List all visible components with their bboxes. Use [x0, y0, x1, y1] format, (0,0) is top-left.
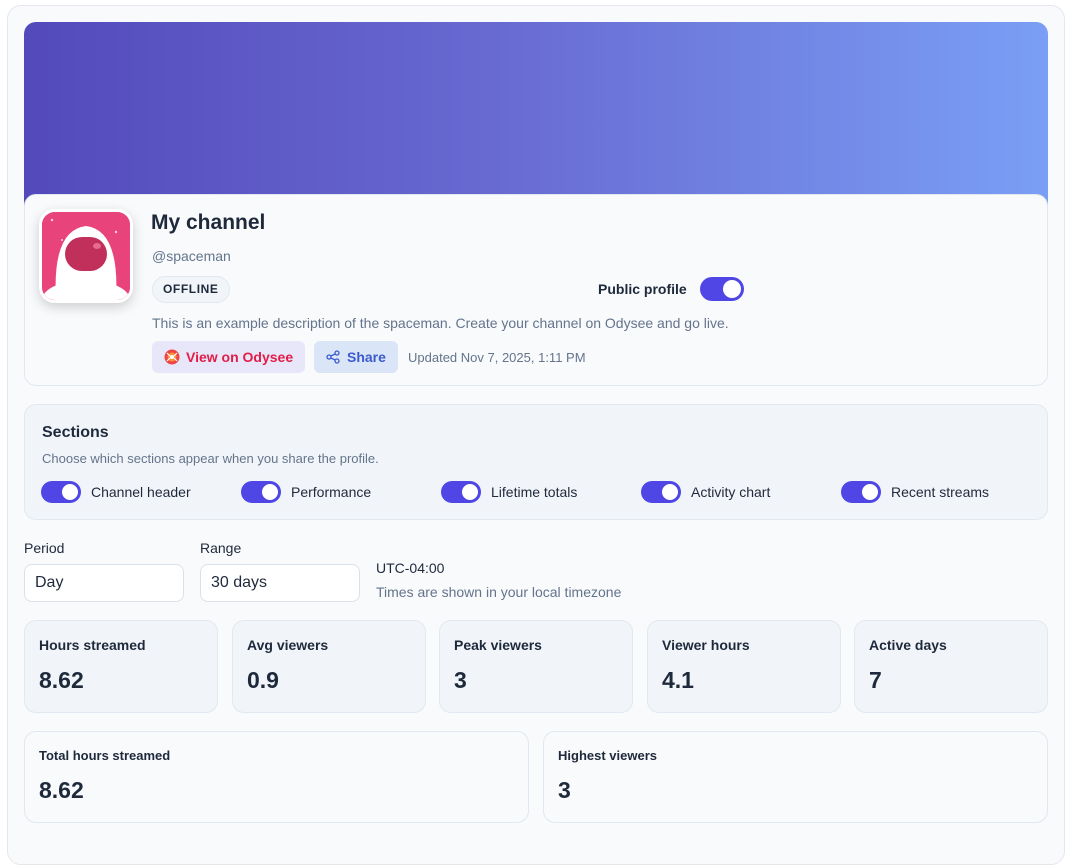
share-button[interactable]: Share: [314, 341, 398, 373]
channel-description: This is an example description of the sp…: [152, 315, 729, 331]
odysee-logo-icon: [164, 349, 180, 365]
status-badge: OFFLINE: [152, 276, 230, 303]
section-toggle-channel-header[interactable]: Channel header: [41, 481, 191, 503]
channel-name: My channel: [151, 211, 266, 234]
section-toggle-activity-chart[interactable]: Activity chart: [641, 481, 770, 503]
range-select[interactable]: 30 days: [200, 564, 360, 602]
stat-label: Highest viewers: [558, 748, 657, 763]
stat-card-peak-viewers: Peak viewers 3: [439, 620, 633, 713]
section-toggle-label: Performance: [291, 484, 372, 500]
period-label: Period: [24, 540, 65, 556]
stat-value: 8.62: [39, 777, 84, 803]
stat-label: Active days: [869, 637, 947, 653]
updated-timestamp: Updated Nov 7, 2025, 1:11 PM: [408, 350, 586, 365]
highest-viewers-card: Highest viewers 3: [543, 731, 1048, 823]
avatar[interactable]: [39, 209, 133, 303]
section-toggle-label: Activity chart: [691, 484, 771, 500]
sections-title: Sections: [42, 424, 109, 441]
sections-description: Choose which sections appear when you sh…: [42, 451, 379, 466]
view-on-odysee-label: View on Odysee: [186, 349, 294, 365]
astronaut-icon: [42, 212, 130, 300]
stat-label: Hours streamed: [39, 637, 146, 653]
public-profile-toggle[interactable]: [700, 277, 744, 301]
toggle-switch[interactable]: [841, 481, 881, 503]
view-on-odysee-button[interactable]: View on Odysee: [152, 341, 306, 373]
stat-label: Avg viewers: [247, 637, 329, 653]
section-toggle-lifetime-totals[interactable]: Lifetime totals: [441, 481, 577, 503]
sections-card: Sections Choose which sections appear wh…: [24, 404, 1048, 520]
stat-value: 4.1: [662, 667, 694, 693]
stat-value: 3: [454, 667, 467, 693]
stat-label: Viewer hours: [662, 637, 750, 653]
channel-handle: @spaceman: [152, 248, 231, 264]
section-toggle-label: Recent streams: [891, 484, 990, 500]
share-icon: [326, 350, 340, 364]
stat-label: Total hours streamed: [39, 748, 171, 763]
section-toggle-label: Channel header: [91, 484, 191, 500]
range-label: Range: [200, 540, 242, 556]
section-toggle-label: Lifetime totals: [491, 484, 578, 500]
stat-card-viewer-hours: Viewer hours 4.1: [647, 620, 841, 713]
toggle-switch[interactable]: [441, 481, 481, 503]
toggle-switch[interactable]: [241, 481, 281, 503]
period-select[interactable]: Day: [24, 564, 184, 602]
stat-card-avg-viewers: Avg viewers 0.9: [232, 620, 426, 713]
stat-card-hours-streamed: Hours streamed 8.62: [24, 620, 218, 713]
toggle-switch[interactable]: [641, 481, 681, 503]
total-hours-streamed-card: Total hours streamed 8.62: [24, 731, 529, 823]
public-profile-label: Public profile: [598, 281, 687, 297]
stat-label: Peak viewers: [454, 637, 542, 653]
share-label: Share: [347, 349, 386, 365]
channel-banner: [24, 22, 1048, 212]
channel-header-card: My channel @spaceman OFFLINE Public prof…: [24, 194, 1048, 386]
stat-value: 7: [869, 667, 882, 693]
section-toggle-performance[interactable]: Performance: [241, 481, 371, 503]
toggle-switch[interactable]: [41, 481, 81, 503]
stat-value: 8.62: [39, 667, 84, 693]
stat-value: 3: [558, 777, 571, 803]
stat-value: 0.9: [247, 667, 279, 693]
timezone-value: UTC-04:00: [376, 560, 445, 576]
timezone-note: Times are shown in your local timezone: [376, 584, 622, 600]
stat-card-active-days: Active days 7: [854, 620, 1048, 713]
section-toggle-recent-streams[interactable]: Recent streams: [841, 481, 989, 503]
